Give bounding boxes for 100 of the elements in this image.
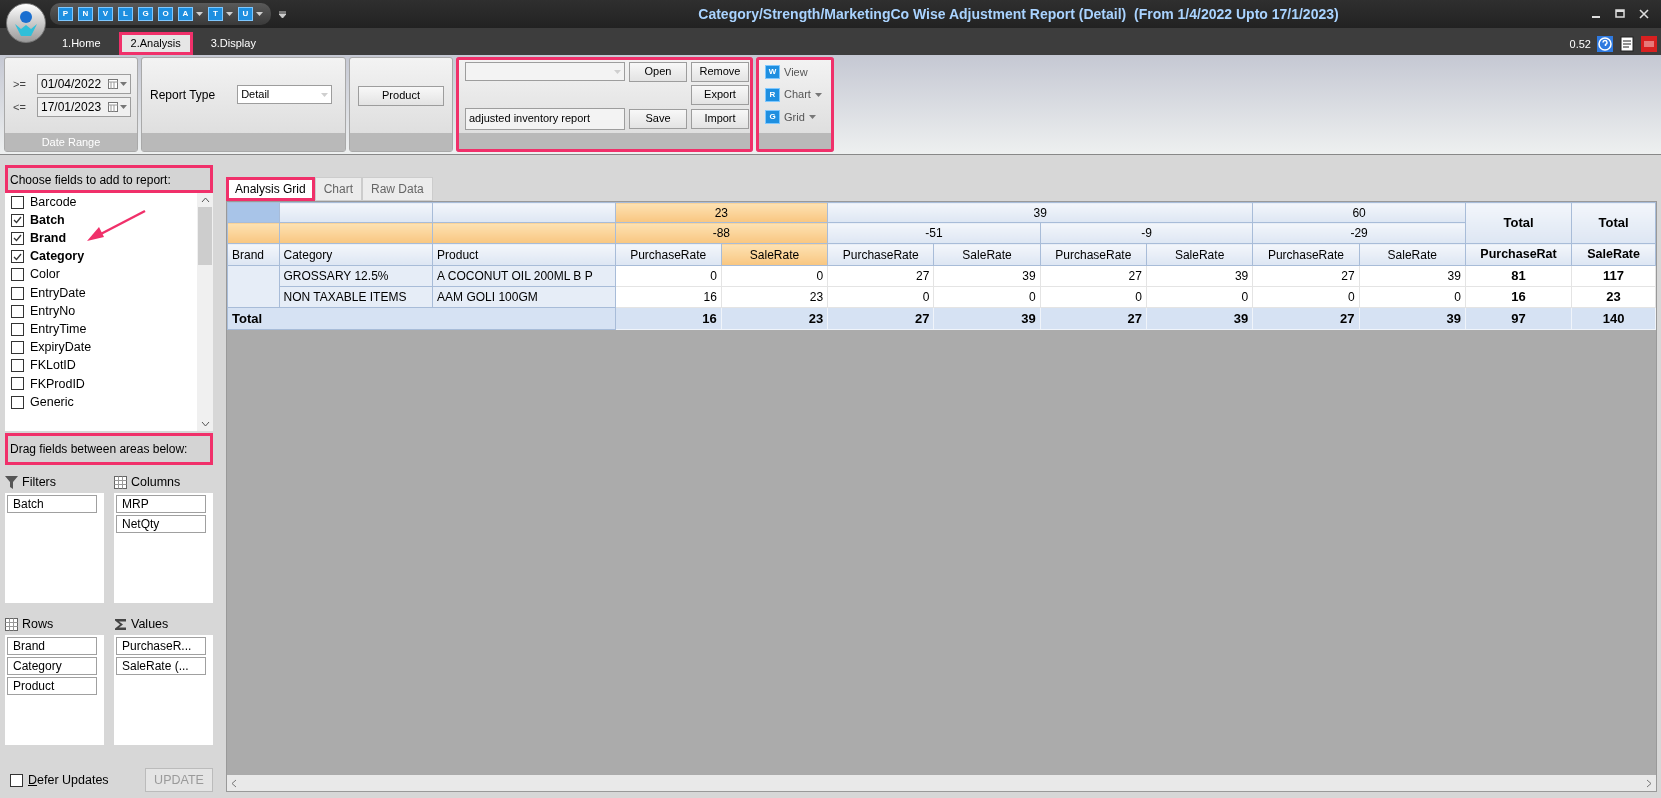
checkbox[interactable]	[11, 322, 24, 336]
checkbox[interactable]	[11, 395, 24, 409]
ribbon-button[interactable]: Remove	[691, 61, 749, 82]
date-field[interactable]: 17/01/2023	[37, 97, 131, 117]
scrollbar-thumb[interactable]	[198, 207, 212, 265]
total-row-label: Total	[227, 307, 616, 330]
view-tab[interactable]: Raw Data	[362, 177, 433, 201]
field-name[interactable]: Color	[30, 265, 60, 285]
total-cell: 140	[1571, 307, 1656, 330]
exit-icon[interactable]	[1641, 35, 1657, 52]
field-name[interactable]: FKProdID	[30, 374, 85, 394]
total-cell: 27	[1040, 307, 1147, 330]
field-list-header: Choose fields to add to report:	[5, 165, 213, 193]
area-field[interactable]: MRP	[116, 495, 206, 513]
checkbox[interactable]	[11, 359, 24, 373]
view-menu-item[interactable]: View	[784, 63, 808, 81]
ribbon-button[interactable]: Save	[629, 108, 687, 129]
field-name[interactable]: Generic	[30, 392, 74, 412]
total-cell: 39	[1146, 307, 1253, 330]
checkbox[interactable]	[11, 213, 24, 227]
maximize-icon[interactable]	[1615, 9, 1625, 19]
scroll-right-icon[interactable]	[1646, 778, 1652, 788]
field-name[interactable]: EntryTime	[30, 320, 87, 339]
caret-icon	[814, 92, 822, 97]
field-name[interactable]: EntryDate	[30, 283, 86, 303]
report-type-dropdown[interactable]: Detail	[237, 85, 333, 104]
date-field[interactable]: 01/04/2022	[37, 74, 131, 94]
checkbox[interactable]	[11, 341, 24, 355]
field-name[interactable]: FKLotID	[30, 356, 76, 376]
caret-icon	[120, 82, 127, 86]
column-subgroup-header[interactable]: -29	[1252, 222, 1466, 244]
field-name[interactable]: Batch	[30, 210, 65, 230]
row-field-header[interactable]: Category	[279, 243, 433, 266]
column-subgroup-header[interactable]: -51	[827, 222, 1041, 244]
help-icon[interactable]	[1597, 35, 1613, 52]
checkbox[interactable]	[11, 195, 24, 209]
column-subgroup-header[interactable]: -88	[615, 222, 828, 244]
field-name[interactable]: Brand	[30, 229, 67, 248]
area-field[interactable]: Product	[7, 677, 97, 695]
area-field[interactable]: Category	[7, 657, 97, 675]
field-name[interactable]: Barcode	[30, 193, 77, 212]
horizontal-scrollbar[interactable]	[227, 775, 1656, 791]
view-menu-item[interactable]: Grid	[784, 108, 805, 126]
scrollbar[interactable]	[197, 193, 213, 431]
checkbox[interactable]	[11, 286, 24, 300]
row-field-header[interactable]: Product	[432, 243, 616, 266]
calendar-icon	[108, 79, 118, 89]
corner-cell	[227, 202, 280, 223]
column-group-header[interactable]: 60	[1252, 202, 1466, 223]
layout-name-field[interactable]: adjusted inventory report	[465, 107, 625, 130]
column-group-header[interactable]: 39	[827, 202, 1253, 223]
view-menu-item[interactable]: Chart	[784, 86, 811, 103]
view-tab[interactable]: Analysis Grid	[226, 177, 315, 201]
view-tab[interactable]: Chart	[314, 177, 363, 201]
column-group-header[interactable]: 23	[615, 202, 828, 223]
filter-icon	[5, 475, 18, 489]
ribbon-tab[interactable]: 1.Home	[50, 32, 113, 55]
customize-icon[interactable]	[279, 10, 286, 18]
area-label: Filters	[22, 473, 57, 491]
caret-icon	[614, 69, 621, 74]
row-header-cell	[227, 265, 280, 308]
ribbon-button[interactable]: Open	[629, 61, 687, 82]
scroll-left-icon[interactable]	[231, 778, 237, 788]
area-field[interactable]: PurchaseR...	[116, 637, 206, 655]
defer-updates-checkbox[interactable]	[10, 773, 23, 787]
area-field[interactable]: NetQty	[116, 515, 206, 533]
ribbon-tab[interactable]: 3.Display	[198, 32, 268, 55]
row-field-header[interactable]: Brand	[227, 243, 280, 266]
field-name[interactable]: ExpiryDate	[30, 338, 92, 357]
total-cell: 16	[615, 307, 722, 330]
close-icon[interactable]	[1639, 9, 1649, 19]
area-label: Values	[131, 615, 169, 633]
ribbon-button[interactable]: Export	[691, 84, 749, 105]
field-name[interactable]: Category	[30, 247, 85, 267]
area-field[interactable]: Brand	[7, 637, 97, 655]
field-name[interactable]: EntryNo	[30, 301, 76, 321]
column-subgroup-header[interactable]: -9	[1040, 222, 1253, 244]
checkbox[interactable]	[11, 377, 24, 391]
ribbon-button[interactable]: Product	[358, 85, 444, 106]
checkbox[interactable]	[11, 268, 24, 282]
ribbon-tab[interactable]: 2.Analysis	[118, 32, 193, 55]
total-cell: 27	[1252, 307, 1360, 330]
caret-icon	[120, 105, 127, 109]
total-cell: 39	[933, 307, 1041, 330]
ribbon-button[interactable]: Import	[691, 108, 749, 129]
grand-total-header: Total	[1571, 202, 1656, 244]
document-icon[interactable]	[1619, 35, 1635, 52]
date-operator: >=	[13, 76, 27, 92]
header-cell	[227, 222, 280, 244]
total-cell: 97	[1465, 307, 1572, 330]
checkbox[interactable]	[11, 231, 24, 245]
checkbox[interactable]	[11, 304, 24, 318]
defer-updates-label[interactable]: Defer Updates	[28, 770, 109, 790]
areas-header: Drag fields between areas below:	[5, 433, 213, 465]
caret-icon	[808, 115, 816, 119]
area-field[interactable]: SaleRate (...	[116, 657, 206, 675]
group-caption: Date Range	[41, 134, 101, 150]
area-field[interactable]: Batch	[7, 495, 97, 513]
total-cell: 23	[721, 307, 828, 330]
checkbox[interactable]	[11, 250, 24, 264]
